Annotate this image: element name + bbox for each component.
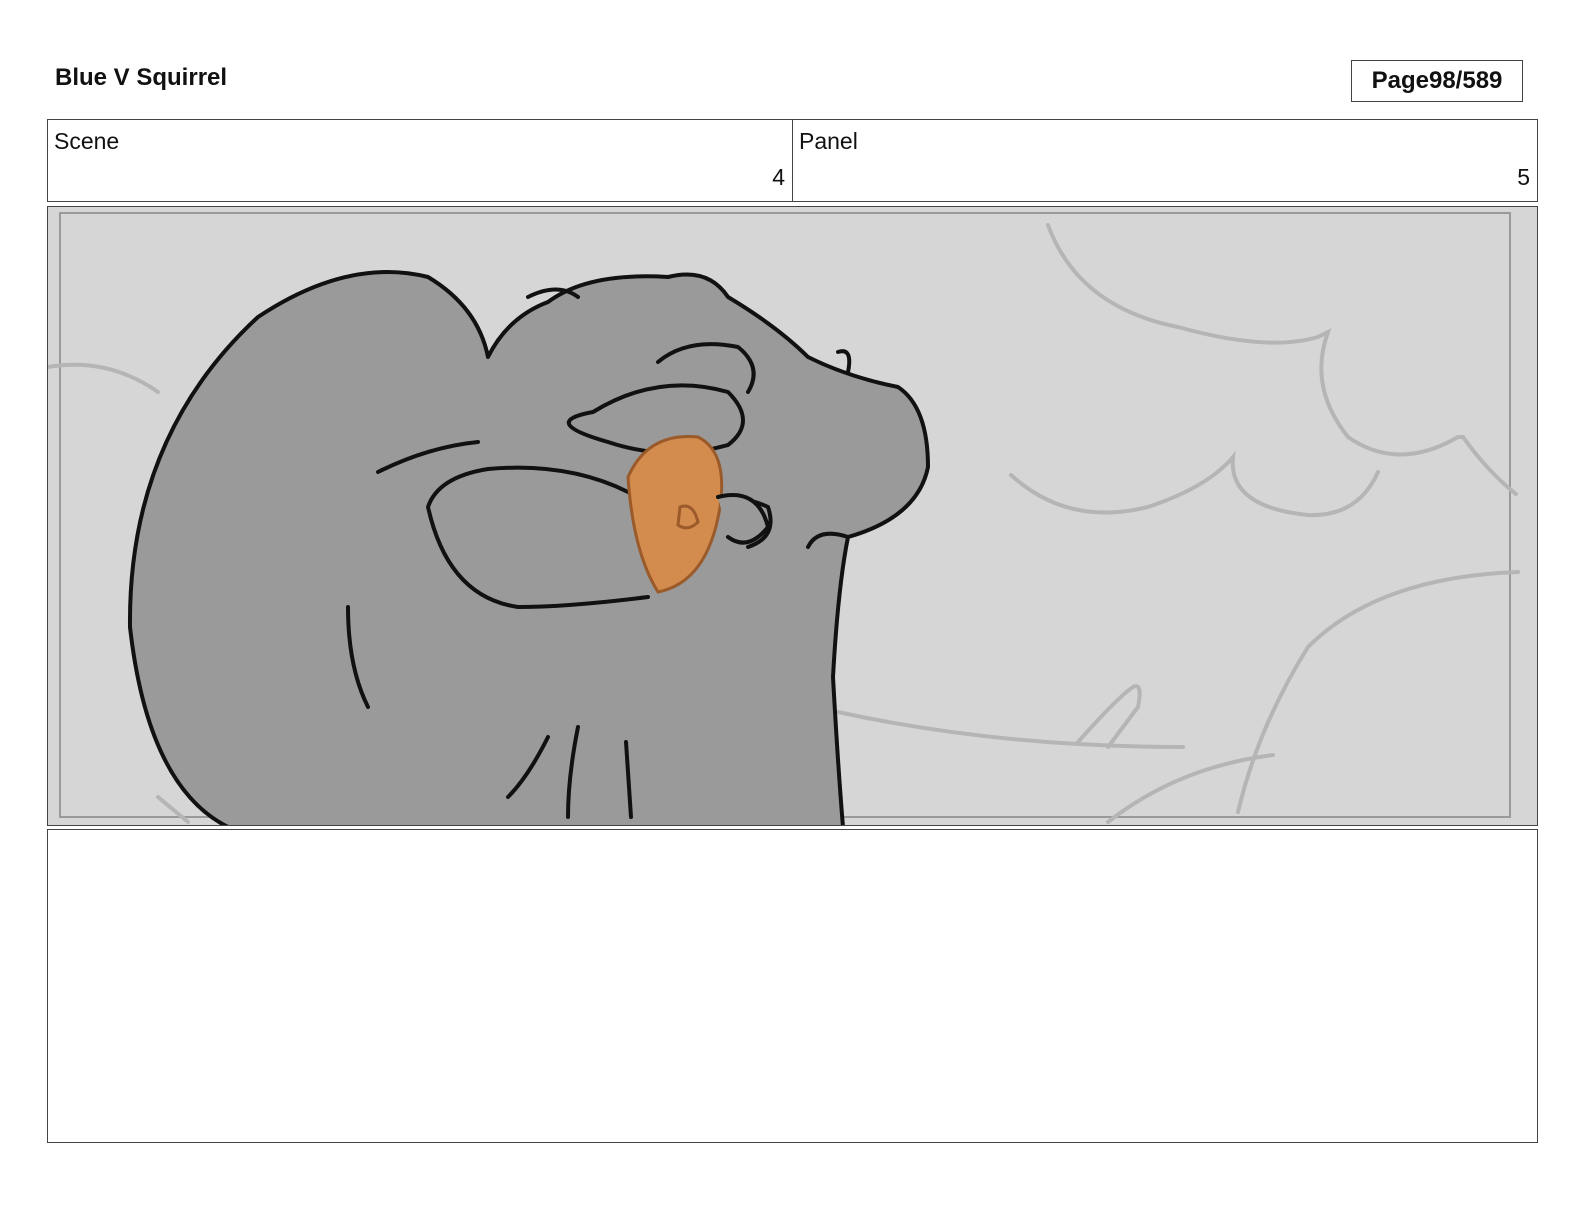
scene-label: Scene (54, 128, 120, 154)
panel-label: Panel (799, 128, 858, 154)
scene-number: 4 (772, 164, 785, 190)
squirrel-sketch-image (48, 207, 1537, 825)
page-label: Page (1371, 67, 1429, 94)
squirrel-figure (127, 270, 930, 825)
scene-panel-info: Scene 4 Panel 5 (47, 119, 1538, 202)
panel-number: 5 (1517, 164, 1530, 190)
page-number: 98/589 (1428, 67, 1503, 94)
scene-cell: Scene 4 (48, 120, 792, 201)
storyboard-frame (47, 206, 1538, 826)
panel-cell: Panel 5 (792, 120, 1537, 201)
storyboard-title: Blue V Squirrel (55, 64, 228, 91)
page-indicator: Page 98/589 (1351, 60, 1523, 102)
panel-notes-area (47, 829, 1538, 1143)
